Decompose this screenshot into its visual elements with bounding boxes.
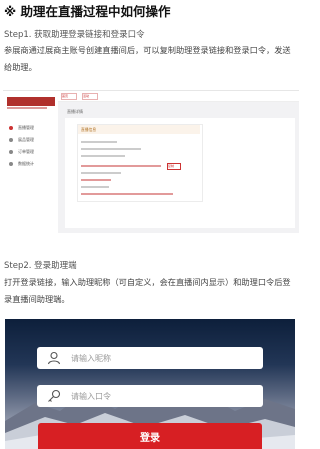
info-line [81,193,173,195]
console-nav-item: 展品管理 [9,135,53,144]
console-nav-item: 直播管理 [9,123,53,132]
step2-description: 打开登录链接，输入助理昵称（可自定义，会在直播间内显示）和助理口令后登录直播间助… [4,277,291,304]
user-icon [47,351,61,365]
console-nav-item: 订单管理 [9,147,53,156]
console-logo [7,97,55,106]
step1-heading: Step1. 获取助理登录链接和登录口令 [4,30,145,40]
info-line [81,172,121,174]
console-sidebar: 直播管理 展品管理 订单管理 数据统计 [3,91,58,233]
console-nav-item: 数据统计 [9,159,53,168]
copy-button: 复制 [167,163,181,170]
live-info-card [77,124,203,202]
login-button[interactable]: 登录 [38,423,262,449]
key-icon [48,389,61,402]
console-logo-subtitle [7,107,47,109]
console-breadcrumb: 直播详情 [67,109,83,114]
info-line [81,148,141,150]
nickname-input[interactable]: 请输入昵称 [37,347,263,369]
code-input[interactable]: 请输入口令 [37,385,263,407]
info-line [81,155,125,157]
page-title: ※ 助理在直播过程中如何操作 [4,4,171,19]
nav-icon [9,125,13,130]
nickname-placeholder: 请输入昵称 [71,353,111,363]
code-placeholder: 请输入口令 [71,391,111,401]
console-tab: 活动 [82,93,98,100]
console-tab: 首页 [61,93,77,100]
nav-icon [9,137,13,142]
assistant-link-line [81,165,161,167]
console-topbar: 首页 活动 [58,91,299,102]
nav-icon [9,161,13,166]
info-line [81,141,117,143]
assistant-code-line [81,179,111,181]
info-line [81,186,109,188]
nav-icon [9,149,13,154]
live-info-card-heading: 直播信息 [78,125,200,134]
step1-description: 参展商通过展商主账号创建直播间后，可以复制助理登录链接和登录口令，发送给助理。 [4,45,291,72]
admin-console-screenshot: 直播管理 展品管理 订单管理 数据统计 首页 活动 直播详情 直播信息 复制 [3,90,299,233]
step2-heading: Step2. 登录助理端 [4,261,77,271]
